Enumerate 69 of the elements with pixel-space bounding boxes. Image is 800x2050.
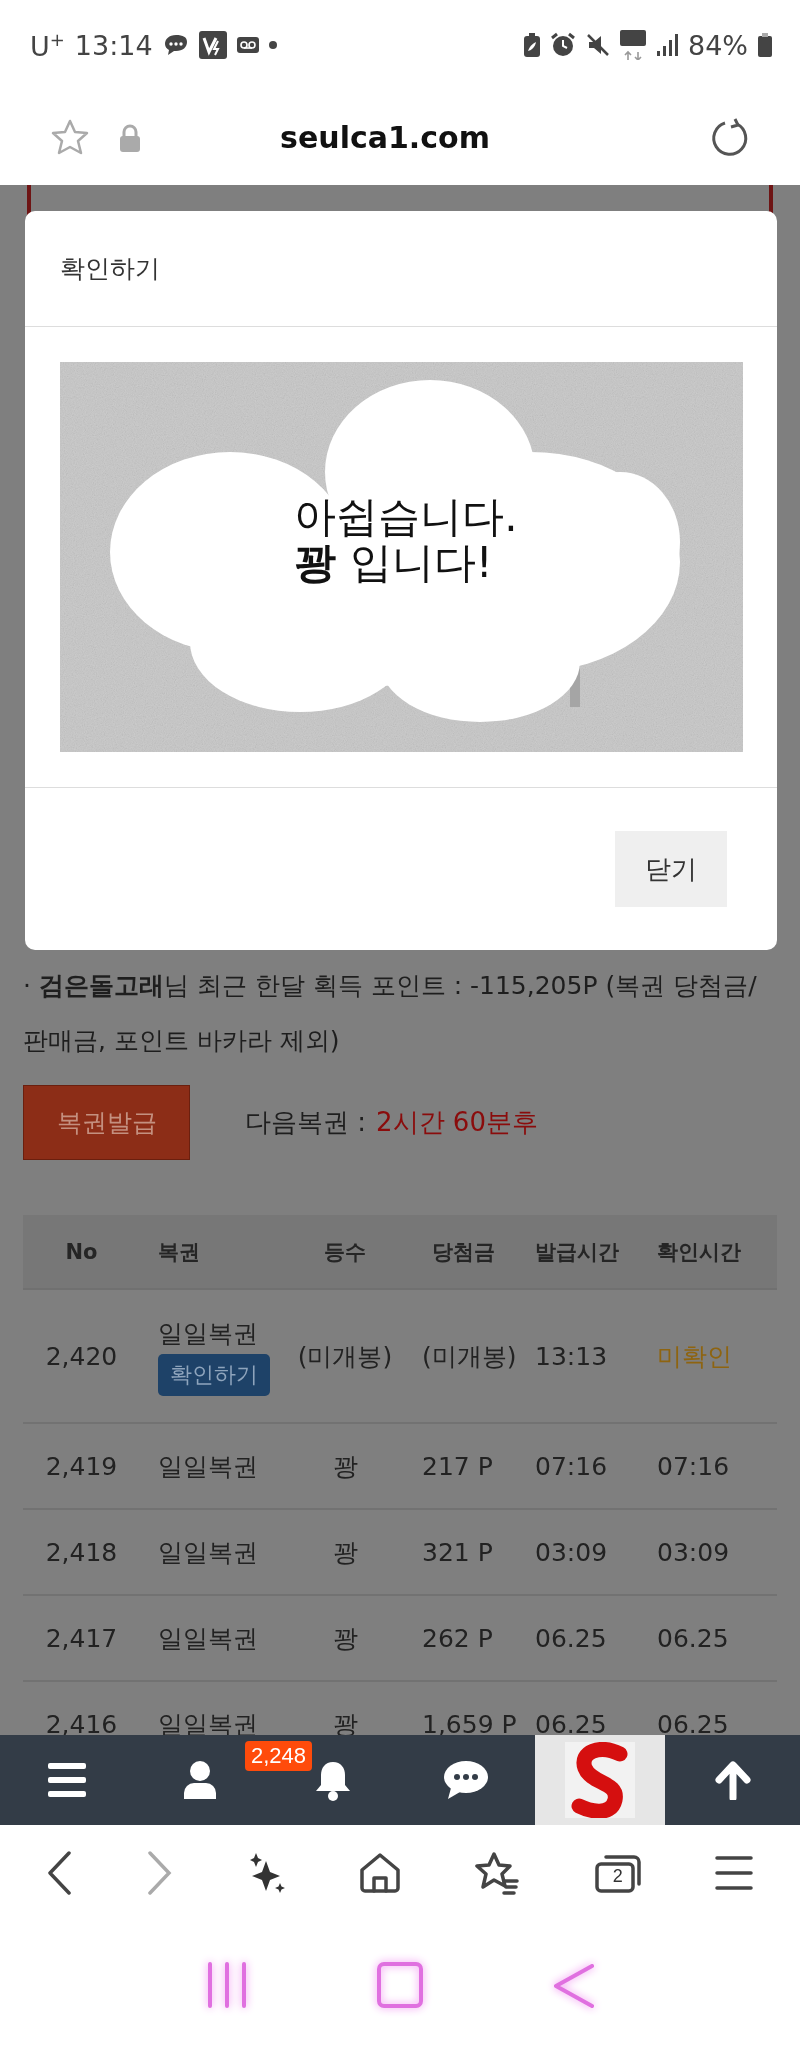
table-cell-text: 2,420 — [44, 1341, 119, 1371]
alarm-icon — [550, 32, 576, 58]
user-icon[interactable] — [183, 1761, 216, 1799]
reload-icon[interactable] — [710, 117, 750, 158]
column-header: 등수 — [323, 1238, 367, 1266]
back-icon[interactable] — [46, 1850, 73, 1895]
next-lottery-time: 2시간 60분후 — [376, 1106, 538, 1139]
table-cell-text: 꽝 — [331, 1622, 359, 1655]
notification-badge: 2,248 — [244, 1741, 312, 1771]
table-cell-text: 일일복권 — [158, 1317, 258, 1350]
column-header: 복권 — [157, 1238, 201, 1266]
table-cell-text: 꽝 — [331, 1450, 359, 1483]
menu-icon[interactable] — [47, 1763, 86, 1797]
lock-icon — [120, 123, 140, 152]
url-text[interactable]: seulca1.com — [170, 120, 600, 155]
logo-icon[interactable] — [564, 1742, 635, 1818]
status-cell-text: 06.25 — [656, 1709, 730, 1735]
status-cell-text: 07:16 — [656, 1451, 731, 1481]
result-message: 꽝 입니다! — [294, 540, 493, 586]
carrier-name: U$^{+}$ — [30, 28, 65, 62]
up-arrow-icon[interactable] — [713, 1760, 754, 1800]
table-cell-text: 2,417 — [44, 1623, 119, 1653]
table-cell-text: 2,418 — [44, 1537, 119, 1567]
status-cell-text: 03:09 — [656, 1537, 731, 1567]
points-summary: · 검은돌고래님 최근 한달 획득 포인트 : -115,205P (복권 당첨금/판매금, 포인트 바카라 제외) — [23, 970, 758, 1057]
column-header: 발급시간 — [535, 1238, 620, 1266]
battery-percent: 84% — [688, 29, 748, 61]
table-cell-text: 262 P — [421, 1623, 494, 1653]
table-cell-text: (미개봉) — [421, 1340, 518, 1373]
result-message: 아쉽습니다. — [294, 494, 518, 540]
table-cell-text: 일일복권 — [157, 1536, 259, 1569]
clock-time: 13:14 — [74, 29, 153, 61]
table-cell-text: 2,416 — [44, 1709, 119, 1735]
battery-icon — [758, 33, 772, 57]
table-cell-text: (미개봉) — [296, 1340, 394, 1373]
menu-icon[interactable] — [715, 1855, 754, 1890]
close-button[interactable]: 닫기 — [615, 831, 727, 907]
voicemail-icon — [236, 37, 259, 53]
column-header: 확인시간 — [656, 1238, 742, 1266]
column-header: 당첨금 — [431, 1238, 496, 1266]
battery-saver-icon — [524, 33, 540, 57]
chat-icon[interactable] — [443, 1760, 490, 1800]
dot-icon — [268, 41, 277, 49]
next-lottery-label: 다음복권 : — [245, 1106, 367, 1139]
bell-icon[interactable] — [313, 1759, 353, 1801]
table-cell-text: 2,419 — [44, 1451, 119, 1481]
status-cell-text: 06.25 — [656, 1623, 730, 1653]
table-cell-text: 일일복권 — [157, 1622, 259, 1655]
table-cell-text: 321 P — [421, 1537, 494, 1567]
table-cell-text: 07:16 — [535, 1451, 609, 1481]
mute-icon — [586, 33, 610, 57]
table-cell-text: 1,659 P — [421, 1709, 518, 1735]
status-cell-text: 미확인 — [656, 1340, 733, 1373]
dialog-title: 확인하기 — [25, 211, 777, 327]
table-cell-text: 13:13 — [535, 1341, 609, 1371]
bookmarks-icon[interactable] — [474, 1850, 521, 1895]
chat-bubble-icon — [162, 32, 189, 58]
home-icon[interactable] — [358, 1851, 401, 1894]
table-cell-text: 꽝 — [331, 1536, 359, 1569]
column-header: No — [64, 1239, 99, 1264]
table-cell-text: 217 P — [421, 1451, 494, 1481]
table-cell-text: 06.25 — [535, 1623, 608, 1653]
home-button-icon[interactable] — [375, 1960, 425, 2010]
table-cell-text: 06.25 — [535, 1709, 608, 1735]
table-cell-text: 03:09 — [535, 1537, 609, 1567]
check-button[interactable]: 확인하기 — [158, 1353, 270, 1396]
table-cell-text: 일일복권 — [157, 1450, 259, 1483]
signal-icon — [656, 34, 678, 56]
app-icon — [198, 31, 227, 59]
